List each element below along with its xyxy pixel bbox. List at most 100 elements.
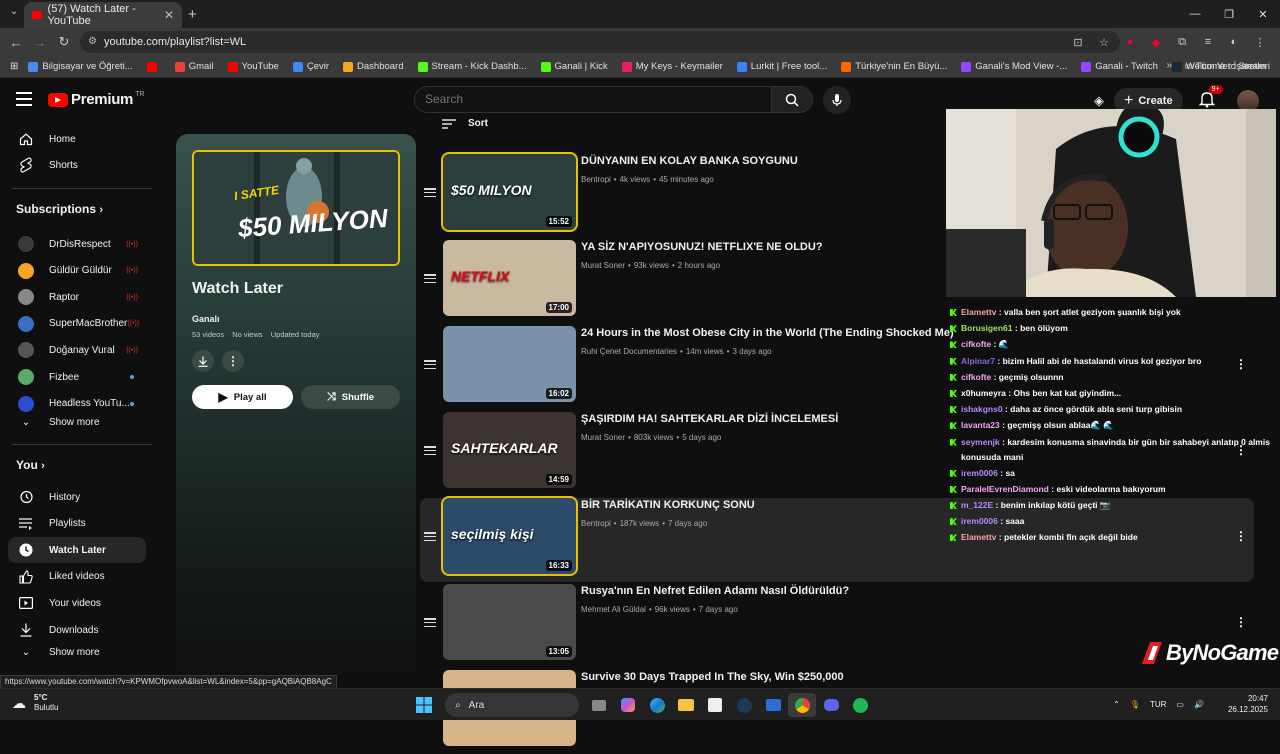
steam-icon[interactable] <box>730 693 758 717</box>
weather-widget[interactable]: ☁ 5°C Bulutlu <box>12 693 58 713</box>
microphone-tray-icon[interactable]: 🎙 <box>1130 700 1140 709</box>
search-button[interactable] <box>771 86 813 113</box>
guide-item-shorts[interactable]: Shorts <box>8 152 146 178</box>
playlist-owner[interactable]: Ganalı <box>192 314 220 324</box>
start-button[interactable] <box>410 693 438 717</box>
video-thumbnail[interactable]: 13:05 <box>443 584 576 660</box>
guide-menu-icon[interactable] <box>16 92 32 106</box>
guide-subscription-item[interactable]: SuperMacBrother ((•)) <box>8 311 146 337</box>
apps-grid-icon[interactable]: ⊞ <box>10 61 18 72</box>
minimize-icon[interactable]: — <box>1178 0 1212 28</box>
guide-show-more-subs[interactable]: ⌄ Show more <box>8 409 146 435</box>
guide-item-watch-later[interactable]: Watch Later <box>8 537 146 564</box>
speaker-icon[interactable]: 🔊 <box>1194 700 1204 709</box>
bookmark-item[interactable]: Stream - Kick Dashb... <box>417 61 527 72</box>
drag-handle-icon[interactable] <box>424 274 436 283</box>
tray-overflow-icon[interactable]: ⌃ <box>1113 700 1120 709</box>
video-thumbnail[interactable]: SAHTEKARLAR 14:59 <box>443 412 576 488</box>
video-thumbnail[interactable]: NETFLIX 17:00 <box>443 240 576 316</box>
input-language[interactable]: TUR <box>1150 700 1166 709</box>
guide-item-history[interactable]: History <box>8 484 146 510</box>
drag-handle-icon[interactable] <box>424 188 436 197</box>
video-channel[interactable]: Mehmet Ali Güldal <box>581 605 646 614</box>
reload-icon[interactable]: ↻ <box>52 34 76 50</box>
video-channel[interactable]: Ruhi Çenet Documentaries <box>581 347 677 356</box>
bookmark-item[interactable] <box>146 61 161 72</box>
video-title[interactable]: ŞAŞIRDIM HA! SAHTEKARLAR DİZİ İNCELEMESİ <box>581 413 838 425</box>
bookmark-star-icon[interactable]: ☆ <box>1094 36 1114 49</box>
search-input[interactable] <box>425 92 725 106</box>
url-field[interactable]: ⚙ youtube.com/playlist?list=WL <box>80 31 1120 53</box>
guide-subscription-item[interactable]: Doğanay Vural ((•)) <box>8 337 146 363</box>
install-app-icon[interactable]: ⊡ <box>1068 36 1088 49</box>
guide-item-playlists[interactable]: Playlists <box>8 511 146 537</box>
bookmark-item[interactable]: Türkiye'nin En Büyü... <box>841 61 947 72</box>
guide-subscription-item[interactable]: Fizbee <box>8 364 146 390</box>
bookmark-item[interactable]: Dashboard <box>343 61 404 72</box>
chrome-icon[interactable] <box>788 693 816 717</box>
browser-menu-icon[interactable]: ⋮ <box>1250 36 1270 49</box>
tab-close-icon[interactable]: ✕ <box>164 8 174 22</box>
video-title[interactable]: 24 Hours in the Most Obese City in the W… <box>581 327 954 339</box>
youtube-premium-logo[interactable]: Premium TR <box>48 91 144 108</box>
drag-handle-icon[interactable] <box>424 532 436 541</box>
discord-icon[interactable] <box>817 693 845 717</box>
bookmark-item[interactable]: Ganali | Kick <box>540 61 608 72</box>
site-info-icon[interactable]: ⚙ <box>88 36 97 47</box>
taskbar-search[interactable]: ⌕ Ara <box>445 693 579 717</box>
mail-icon[interactable] <box>759 693 787 717</box>
video-channel[interactable]: Murat Soner <box>581 261 625 270</box>
guide-item-home[interactable]: Home <box>8 126 146 152</box>
drag-handle-icon[interactable] <box>424 446 436 455</box>
video-title[interactable]: YA SİZ N'APIYOSUNUZ! NETFLIX'E NE OLDU? <box>581 241 823 253</box>
extension-record-icon[interactable]: ● <box>1120 36 1140 48</box>
bookmark-item[interactable]: Bilgisayar ve Öğreti... <box>28 61 133 72</box>
network-icon[interactable]: ▭ <box>1176 700 1184 709</box>
video-channel[interactable]: Bentropi <box>581 175 611 184</box>
guide-subscription-item[interactable]: DrDisRespect ((•)) <box>8 231 146 257</box>
bookmark-item[interactable]: Gmail <box>174 61 214 72</box>
cast-icon[interactable]: ◈ <box>1094 93 1104 109</box>
guide-show-more-you[interactable]: ⌄ Show more <box>8 639 146 665</box>
edge-icon[interactable] <box>643 693 671 717</box>
all-bookmarks-link[interactable]: ▭ Tüm Yer İşaretleri <box>1184 61 1270 72</box>
forward-icon[interactable]: → <box>28 35 52 50</box>
guide-subscription-item[interactable]: Güldür Güldür ((•)) <box>8 258 146 284</box>
shuffle-button[interactable]: ⤨ Shuffle <box>301 385 400 409</box>
bookmark-item[interactable]: Ganali - Twitch <box>1081 61 1158 72</box>
drag-handle-icon[interactable] <box>424 360 436 369</box>
video-title[interactable]: DÜNYANIN EN KOLAY BANKA SOYGUNU <box>581 155 798 167</box>
play-all-button[interactable]: ▶ Play all <box>192 385 293 409</box>
extensions-puzzle-icon[interactable]: ⧉ <box>1172 36 1192 49</box>
profile-icon[interactable]: ◐ <box>1224 36 1244 48</box>
new-tab-icon[interactable]: + <box>188 6 197 23</box>
video-more-options-icon[interactable]: ⋮ <box>1235 615 1247 629</box>
bookmark-item[interactable]: My Keys - Keymailer <box>621 61 723 72</box>
playlist-thumbnail[interactable]: I SATTE $50 MILYON <box>192 150 400 266</box>
guide-item-liked-videos[interactable]: Liked videos <box>8 564 146 590</box>
window-close-icon[interactable]: ✕ <box>1246 0 1280 28</box>
video-thumbnail[interactable]: seçilmiş kişi 16:33 <box>441 496 578 576</box>
task-view-icon[interactable] <box>585 693 613 717</box>
store-icon[interactable] <box>701 693 729 717</box>
video-channel[interactable]: Bentropi <box>581 519 611 528</box>
sort-button[interactable]: Sort <box>442 118 488 129</box>
copilot-icon[interactable] <box>614 693 642 717</box>
playlist-more-options-icon[interactable]: ⋮ <box>222 350 244 372</box>
reading-list-icon[interactable]: ≡ <box>1198 36 1218 48</box>
video-thumbnail[interactable]: 16:02 <box>443 326 576 402</box>
guide-item-your-videos[interactable]: Your videos <box>8 590 146 616</box>
guide-subscription-item[interactable]: Raptor ((•)) <box>8 284 146 310</box>
video-title[interactable]: BİR TARİKATIN KORKUNÇ SONU <box>581 499 755 511</box>
bookmark-item[interactable]: Çevir <box>292 61 329 72</box>
bookmark-item[interactable]: Lurkit | Free tool... <box>736 61 827 72</box>
video-title[interactable]: Rusya'nın En Nefret Edilen Adamı Nasıl Ö… <box>581 585 849 597</box>
bookmark-item[interactable]: Ganali's Mod View -... <box>961 61 1067 72</box>
browser-tab-youtube[interactable]: (57) Watch Later - YouTube ✕ <box>24 2 182 28</box>
video-title[interactable]: Survive 30 Days Trapped In The Sky, Win … <box>581 671 844 683</box>
notifications-button[interactable]: 9+ <box>1198 85 1223 111</box>
extension-shield-icon[interactable]: ◆ <box>1146 36 1166 49</box>
bookmarks-overflow-icon[interactable]: » <box>1166 60 1172 71</box>
spotify-icon[interactable] <box>846 693 874 717</box>
search-box[interactable] <box>414 86 772 113</box>
